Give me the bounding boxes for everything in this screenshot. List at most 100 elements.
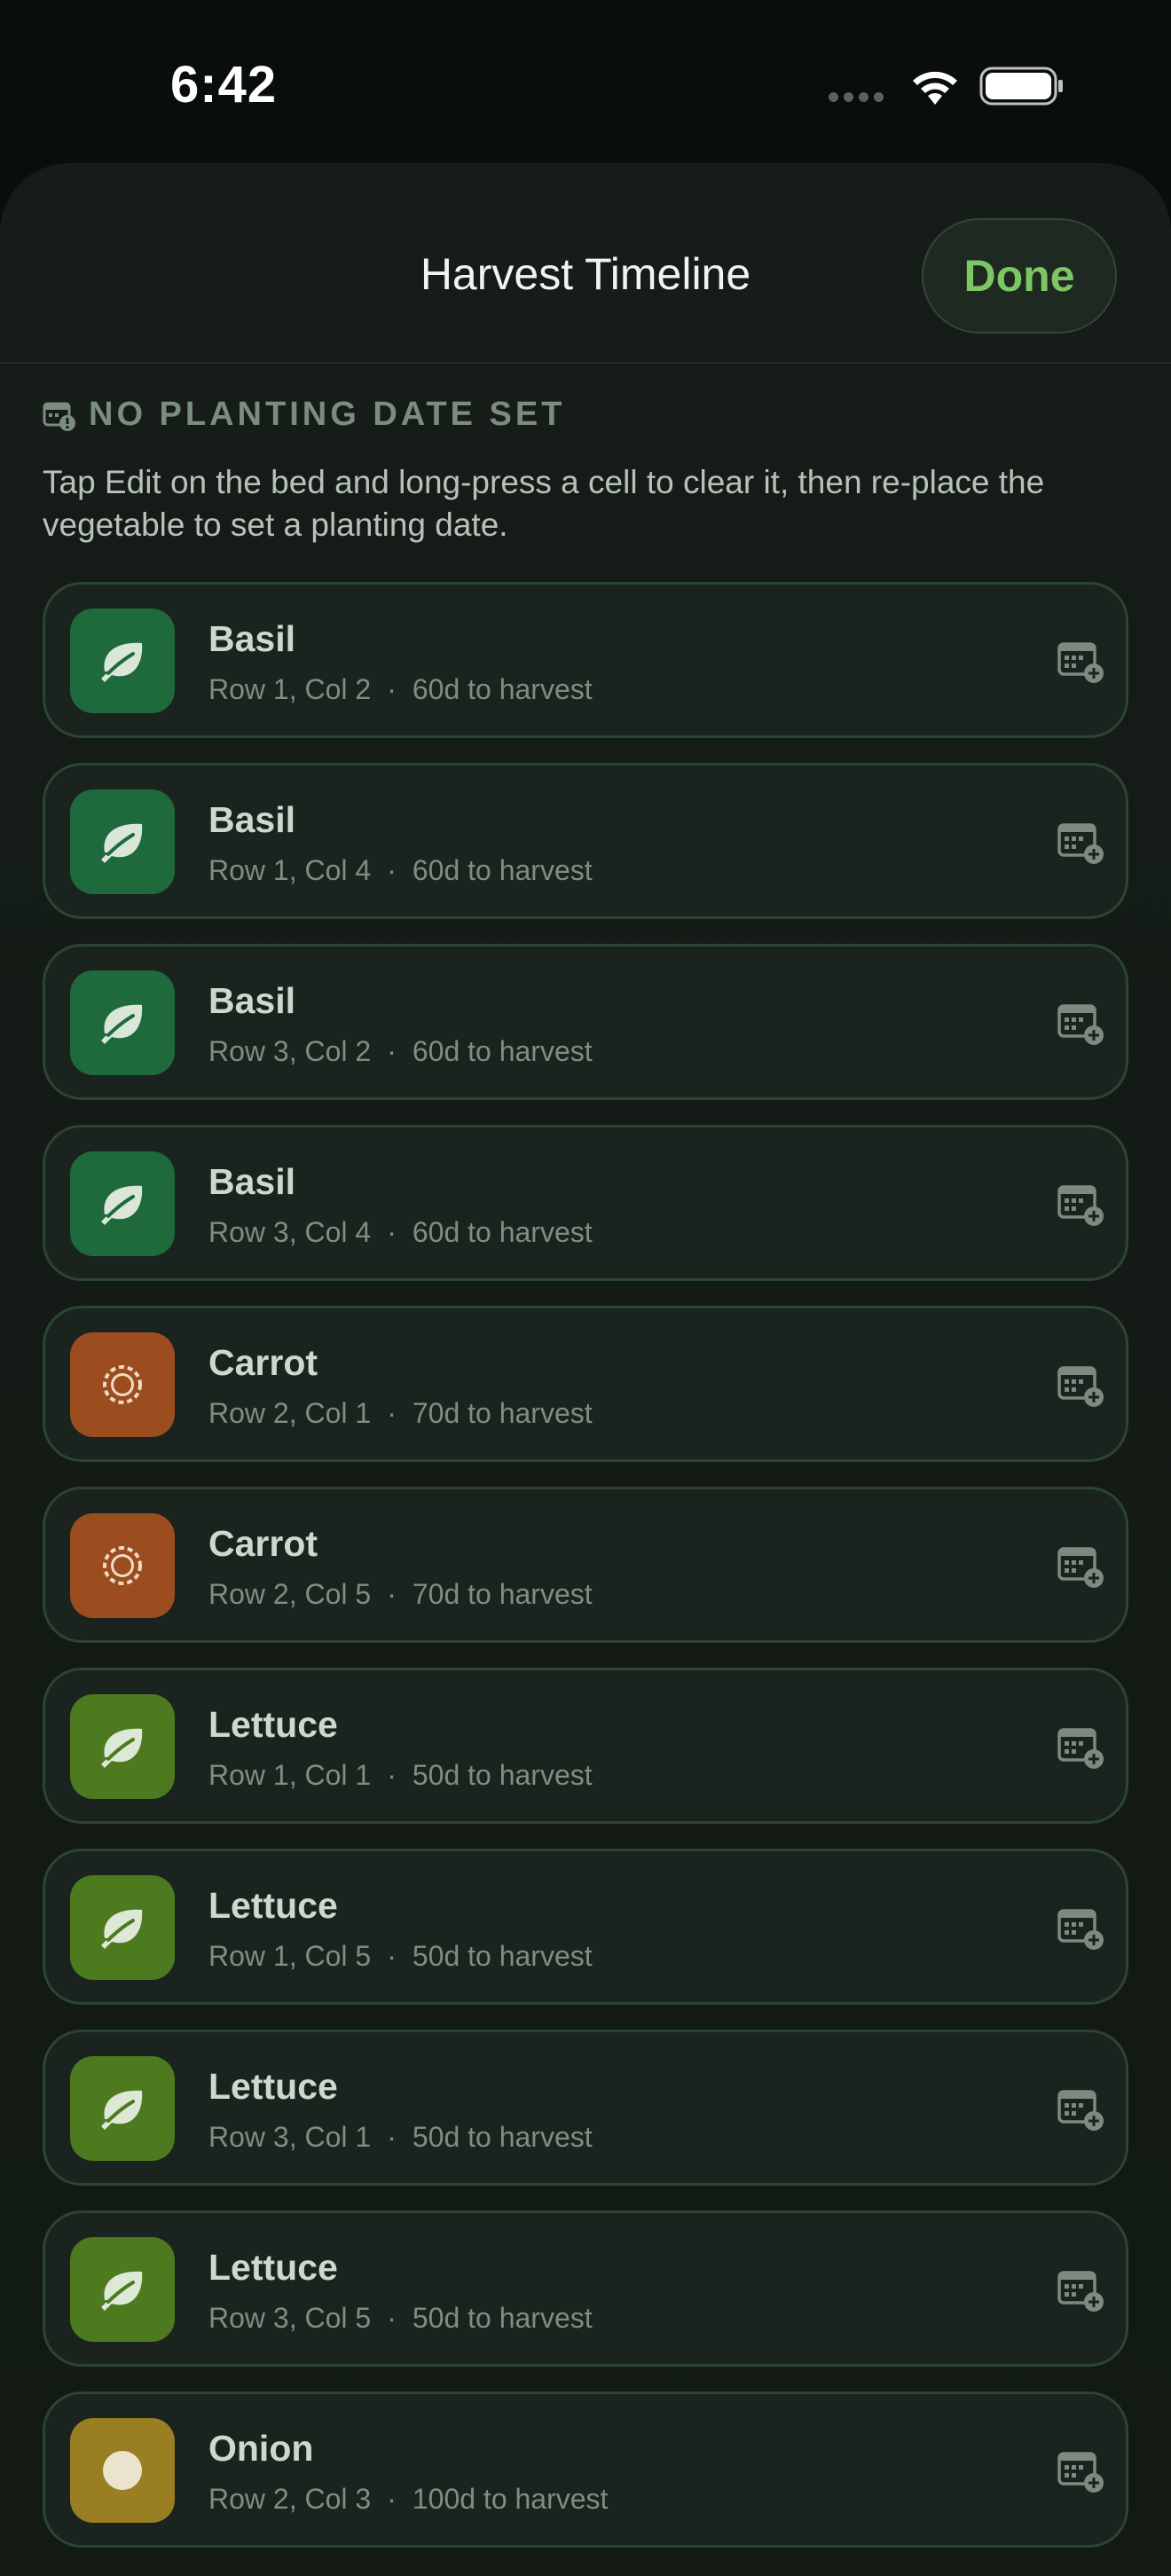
separator-dot: ·: [387, 1216, 397, 1248]
days-to-harvest: 50d to harvest: [412, 1759, 593, 1791]
set-planting-date-icon[interactable]: [1057, 1906, 1106, 1951]
leaf-icon: [70, 1151, 175, 1256]
plant-location: Row 1, Col 2: [208, 673, 372, 705]
plant-row[interactable]: Carrot Row 2, Col 5 · 70d to harvest: [43, 1487, 1128, 1643]
plant-row[interactable]: Lettuce Row 1, Col 5 · 50d to harvest: [43, 1849, 1128, 2005]
carrot-ring-icon: [70, 1513, 175, 1618]
set-planting-date-icon[interactable]: [1057, 2449, 1106, 2494]
plant-details: Row 1, Col 4 · 60d to harvest: [208, 854, 593, 887]
days-to-harvest: 60d to harvest: [412, 854, 593, 886]
plant-name: Lettuce: [208, 1704, 338, 1745]
leaf-icon: [70, 609, 175, 713]
leaf-icon: [70, 1875, 175, 1980]
leaf-icon: [70, 970, 175, 1075]
days-to-harvest: 70d to harvest: [412, 1578, 593, 1610]
set-planting-date-icon[interactable]: [1057, 1001, 1106, 1046]
section-title: NO PLANTING DATE SET: [89, 396, 566, 433]
set-planting-date-icon[interactable]: [1057, 2087, 1106, 2132]
leaf-icon: [70, 1694, 175, 1799]
separator-dot: ·: [387, 1035, 397, 1067]
days-to-harvest: 60d to harvest: [412, 1216, 593, 1248]
section-header: NO PLANTING DATE SET: [43, 396, 565, 434]
set-planting-date-icon[interactable]: [1057, 2268, 1106, 2313]
section-description: Tap Edit on the bed and long-press a cel…: [43, 464, 1045, 543]
leaf-icon: [70, 2056, 175, 2161]
set-planting-date-icon[interactable]: [1057, 821, 1106, 865]
plant-name: Basil: [208, 980, 295, 1021]
plant-details: Row 3, Col 2 · 60d to harvest: [208, 1035, 593, 1068]
battery-icon: [979, 67, 1063, 106]
calendar-warning-icon: [43, 402, 75, 431]
separator-dot: ·: [387, 1578, 397, 1610]
set-planting-date-icon[interactable]: [1057, 1544, 1106, 1589]
status-bar: 6:42: [0, 0, 1171, 160]
plant-location: Row 3, Col 1: [208, 2121, 372, 2153]
plant-name: Basil: [208, 799, 295, 840]
plant-row[interactable]: Basil Row 1, Col 2 · 60d to harvest: [43, 582, 1128, 738]
days-to-harvest: 50d to harvest: [412, 2302, 593, 2334]
plant-name: Lettuce: [208, 2066, 338, 2107]
plant-row[interactable]: Carrot Row 2, Col 1 · 70d to harvest: [43, 1306, 1128, 1462]
plant-row[interactable]: Lettuce Row 3, Col 5 · 50d to harvest: [43, 2211, 1128, 2367]
plant-location: Row 3, Col 2: [208, 1035, 372, 1067]
plant-name: Carrot: [208, 1523, 318, 1564]
plant-row[interactable]: Basil Row 3, Col 2 · 60d to harvest: [43, 944, 1128, 1100]
plant-name: Basil: [208, 1161, 295, 1202]
set-planting-date-icon[interactable]: [1057, 1363, 1106, 1408]
plant-location: Row 2, Col 3: [208, 2483, 372, 2515]
cellular-signal-icon: [829, 92, 884, 102]
set-planting-date-icon[interactable]: [1057, 640, 1106, 684]
separator-dot: ·: [387, 2121, 397, 2153]
separator-dot: ·: [387, 854, 397, 886]
harvest-timeline-sheet: Harvest Timeline Done NO PLANTING DATE S…: [0, 163, 1171, 2576]
plant-details: Row 2, Col 5 · 70d to harvest: [208, 1578, 593, 1611]
set-planting-date-icon[interactable]: [1057, 1725, 1106, 1770]
plant-name: Lettuce: [208, 2247, 338, 2288]
plant-location: Row 2, Col 5: [208, 1578, 372, 1610]
plant-location: Row 3, Col 4: [208, 1216, 372, 1248]
days-to-harvest: 60d to harvest: [412, 673, 593, 705]
plant-details: Row 1, Col 2 · 60d to harvest: [208, 673, 593, 706]
wifi-icon: [913, 71, 957, 105]
plant-location: Row 1, Col 1: [208, 1759, 372, 1791]
plant-name: Lettuce: [208, 1885, 338, 1926]
leaf-icon: [70, 2237, 175, 2342]
leaf-icon: [70, 789, 175, 894]
separator-dot: ·: [387, 1397, 397, 1429]
separator-dot: ·: [387, 1759, 397, 1791]
plant-details: Row 1, Col 1 · 50d to harvest: [208, 1759, 593, 1792]
days-to-harvest: 70d to harvest: [412, 1397, 593, 1429]
done-button[interactable]: Done: [922, 218, 1117, 334]
days-to-harvest: 100d to harvest: [412, 2483, 609, 2515]
plant-list: Basil Row 1, Col 2 · 60d to harvest Basil Row…: [43, 582, 1128, 2572]
plant-name: Onion: [208, 2428, 314, 2469]
plant-details: Row 3, Col 5 · 50d to harvest: [208, 2302, 593, 2335]
plant-name: Carrot: [208, 1342, 318, 1383]
days-to-harvest: 50d to harvest: [412, 1940, 593, 1972]
plant-location: Row 1, Col 4: [208, 854, 372, 886]
separator-dot: ·: [387, 2483, 397, 2515]
plant-details: Row 2, Col 3 · 100d to harvest: [208, 2483, 608, 2516]
carrot-ring-icon: [70, 1332, 175, 1437]
plant-location: Row 3, Col 5: [208, 2302, 372, 2334]
plant-details: Row 3, Col 1 · 50d to harvest: [208, 2121, 593, 2154]
separator-dot: ·: [387, 1940, 397, 1972]
plant-row[interactable]: Basil Row 1, Col 4 · 60d to harvest: [43, 763, 1128, 919]
status-time: 6:42: [170, 56, 278, 114]
plant-location: Row 2, Col 1: [208, 1397, 372, 1429]
plant-row[interactable]: Lettuce Row 3, Col 1 · 50d to harvest: [43, 2030, 1128, 2186]
days-to-harvest: 50d to harvest: [412, 2121, 593, 2153]
onion-circle-icon: [70, 2418, 175, 2523]
plant-details: Row 2, Col 1 · 70d to harvest: [208, 1397, 593, 1430]
sheet-header: Harvest Timeline Done: [0, 163, 1171, 364]
set-planting-date-icon[interactable]: [1057, 1182, 1106, 1227]
plant-row[interactable]: Onion Row 2, Col 3 · 100d to harvest: [43, 2391, 1128, 2548]
plant-name: Basil: [208, 618, 295, 659]
days-to-harvest: 60d to harvest: [412, 1035, 593, 1067]
plant-row[interactable]: Basil Row 3, Col 4 · 60d to harvest: [43, 1125, 1128, 1281]
plant-details: Row 1, Col 5 · 50d to harvest: [208, 1940, 593, 1973]
separator-dot: ·: [387, 2302, 397, 2334]
plant-row[interactable]: Lettuce Row 1, Col 1 · 50d to harvest: [43, 1668, 1128, 1824]
plant-location: Row 1, Col 5: [208, 1940, 372, 1972]
separator-dot: ·: [387, 673, 397, 705]
